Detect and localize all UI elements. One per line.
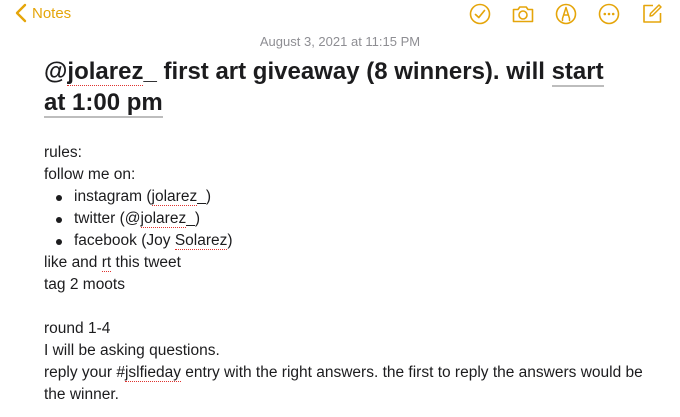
back-label: Notes	[32, 4, 72, 22]
body-line: like and rt this tweet	[44, 254, 181, 272]
note-title[interactable]: @jolarez_ first art giveaway (8 winners)…	[44, 56, 644, 118]
markup-button[interactable]	[554, 2, 578, 26]
note-body[interactable]: rules: follow me on: instagram (jolarez_…	[44, 142, 644, 406]
camera-button[interactable]	[511, 2, 535, 26]
body-line: rules:	[44, 144, 82, 161]
markup-pen-icon	[555, 3, 577, 25]
back-button[interactable]: Notes	[14, 3, 71, 23]
body-line: follow me on:	[44, 166, 136, 183]
spellcheck-word: jolarez	[151, 188, 198, 206]
spellcheck-word: jslfieday	[124, 364, 181, 382]
detected-time-link[interactable]: start	[551, 58, 604, 87]
spellcheck-word: rt	[101, 254, 112, 272]
title-text: _ first art giveaway (8 winners). will	[143, 58, 552, 85]
camera-icon	[512, 6, 534, 23]
spellcheck-word: jolarez	[140, 210, 187, 228]
bullet-item: instagram (jolarez_)	[44, 186, 644, 208]
checklist-button[interactable]	[468, 2, 492, 26]
detected-time-link[interactable]: at 1:00 pm	[44, 89, 163, 118]
title-text: @	[44, 58, 68, 85]
bullet-item: twitter (@jolarez_)	[44, 208, 644, 230]
checklist-icon	[469, 3, 491, 25]
note-timestamp: August 3, 2021 at 11:15 PM	[259, 34, 421, 49]
spellcheck-word: jolarez	[67, 58, 144, 86]
chevron-left-icon	[15, 3, 27, 23]
compose-icon	[643, 4, 662, 23]
toolbar-actions	[449, 2, 664, 26]
body-line: reply your #jslfieday entry with the rig…	[44, 364, 643, 403]
body-line: I will be asking questions.	[44, 342, 220, 359]
more-icon	[598, 3, 620, 25]
more-button[interactable]	[597, 2, 621, 26]
bullet-item: facebook (Joy Solarez)	[44, 230, 644, 252]
body-line: round 1-4	[44, 320, 111, 337]
compose-button[interactable]	[640, 2, 664, 26]
spellcheck-word: Solarez	[174, 232, 228, 250]
body-line: tag 2 moots	[44, 276, 125, 293]
toolbar: Notes	[0, 0, 680, 28]
